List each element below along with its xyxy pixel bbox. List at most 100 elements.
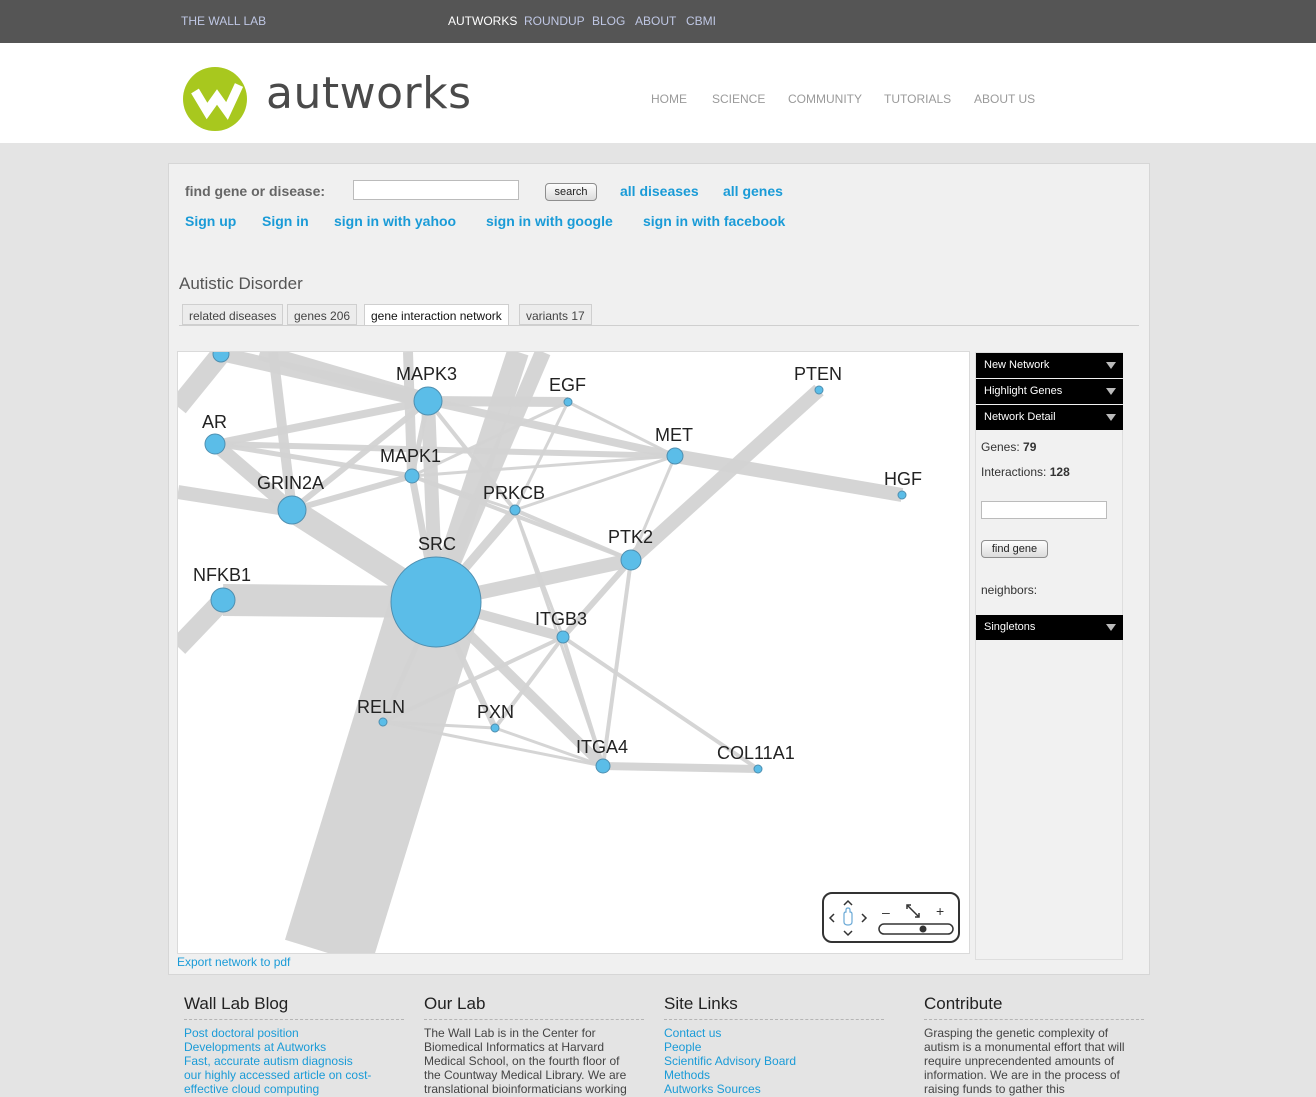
gene-label-pxn: PXN <box>477 702 514 722</box>
gene-label-nfkb1: NFKB1 <box>193 565 251 585</box>
find-gene-button[interactable]: find gene <box>981 540 1048 558</box>
all-genes-link[interactable]: all genes <box>723 183 783 199</box>
topnav-cbmi[interactable]: CBMI <box>686 14 716 28</box>
gene-node-hgf[interactable] <box>897 490 907 500</box>
tab-gene-interaction-network[interactable]: gene interaction network <box>364 304 509 326</box>
gene-node-mapk3[interactable] <box>413 386 443 416</box>
network-detail-label: Network Detail <box>984 411 1056 423</box>
gene-node-mapk1[interactable] <box>404 468 420 484</box>
sign-in-facebook-link[interactable]: sign in with facebook <box>643 213 785 229</box>
tab-genes[interactable]: genes 206 <box>287 304 358 325</box>
zoom-in-icon[interactable]: + <box>936 903 944 919</box>
footer-lab-text: The Wall Lab is in the Center for Biomed… <box>424 1026 627 1096</box>
blog-link[interactable]: Developments at Autworks <box>184 1040 404 1054</box>
find-gene-input[interactable] <box>981 501 1107 519</box>
zoom-slider-track[interactable] <box>878 923 954 935</box>
footer-blog: Wall Lab Blog Post doctoral position Dev… <box>184 994 404 1096</box>
gene-label-itga4: ITGA4 <box>576 737 628 757</box>
blog-link[interactable]: Post doctoral position <box>184 1026 404 1040</box>
zoom-out-icon[interactable]: – <box>882 904 890 920</box>
gene-label-ptk2: PTK2 <box>608 527 653 547</box>
gene-node-ptk2[interactable] <box>620 549 642 571</box>
chevron-down-icon <box>1106 362 1116 369</box>
network-canvas[interactable]: MAPK3 EGF PTEN AR MET MAPK1 HGF GRIN2A PRKCB SRC P… <box>177 351 970 954</box>
footer-contribute: Contribute Grasping the genetic complexi… <box>924 994 1144 1096</box>
gene-node-pten[interactable] <box>814 385 824 395</box>
autworks-logo-icon[interactable] <box>181 65 249 138</box>
footer-site-links: Site Links Contact us People Scientific … <box>664 994 884 1096</box>
export-pdf-link[interactable]: Export network to pdf <box>177 955 290 969</box>
sign-up-link[interactable]: Sign up <box>185 213 236 229</box>
gene-node-src[interactable] <box>390 556 482 648</box>
nav-about-us[interactable]: ABOUT US <box>974 92 1035 106</box>
topnav-about[interactable]: ABOUT <box>635 14 676 28</box>
gene-node-ar[interactable] <box>204 433 226 455</box>
gene-node-itgb3[interactable] <box>556 630 570 644</box>
gene-node-met[interactable] <box>666 447 684 465</box>
network-edge <box>284 588 480 953</box>
gene-label-egf: EGF <box>549 375 586 395</box>
tab-variants[interactable]: variants 17 <box>519 304 592 325</box>
sign-in-yahoo-link[interactable]: sign in with yahoo <box>334 213 456 229</box>
fit-screen-icon[interactable] <box>906 904 920 918</box>
site-link[interactable]: People <box>664 1040 884 1054</box>
graph-navigation-control[interactable]: – + <box>822 892 960 943</box>
interactions-label: Interactions: <box>981 465 1047 479</box>
highlight-genes-label: Highlight Genes <box>984 385 1063 397</box>
footer-blog-title: Wall Lab Blog <box>184 994 404 1020</box>
genes-label: Genes: <box>981 440 1020 454</box>
footer-contribute-text: Grasping the genetic complexity of autis… <box>924 1026 1125 1096</box>
topnav-roundup[interactable]: ROUNDUP <box>524 14 585 28</box>
network-detail-menu[interactable]: Network Detail <box>976 405 1123 430</box>
gene-node-pxn[interactable] <box>490 723 500 733</box>
site-link[interactable]: Autworks Sources <box>664 1082 884 1096</box>
nav-science[interactable]: SCIENCE <box>712 92 765 106</box>
chevron-down-icon <box>1106 414 1116 421</box>
top-bar: THE WALL LAB AUTWORKS ROUNDUP BLOG ABOUT… <box>0 0 1316 44</box>
wall-lab-link[interactable]: THE WALL LAB <box>181 14 266 28</box>
all-diseases-link[interactable]: all diseases <box>620 183 699 199</box>
nav-home[interactable]: HOME <box>651 92 687 106</box>
gene-node-nfkb1[interactable] <box>210 587 236 613</box>
topnav-autworks[interactable]: AUTWORKS <box>448 14 517 28</box>
nav-tutorials[interactable]: TUTORIALS <box>884 92 951 106</box>
new-network-menu[interactable]: New Network <box>976 353 1123 378</box>
search-input[interactable] <box>353 180 519 200</box>
network-edges <box>178 352 904 953</box>
gene-node-egf[interactable] <box>563 397 573 407</box>
disease-title: Autistic Disorder <box>179 274 303 293</box>
search-button[interactable]: search <box>545 183 597 201</box>
gene-node-reln[interactable] <box>378 717 388 727</box>
site-link[interactable]: Contact us <box>664 1026 884 1040</box>
new-network-label: New Network <box>984 359 1050 371</box>
gene-node-itga4[interactable] <box>595 758 611 774</box>
network-edge <box>214 397 429 448</box>
network-edge <box>602 762 759 773</box>
hand-icon[interactable] <box>843 907 853 926</box>
gene-label-prkcb: PRKCB <box>483 483 545 503</box>
interactions-count: 128 <box>1049 465 1070 479</box>
singletons-menu[interactable]: Singletons <box>976 615 1123 640</box>
network-edge <box>411 454 676 478</box>
chevron-down-icon <box>1106 388 1116 395</box>
sign-in-google-link[interactable]: sign in with google <box>486 213 613 229</box>
tab-related-diseases[interactable]: related diseases <box>182 304 284 325</box>
autworks-logo-text[interactable]: autworks <box>266 68 472 119</box>
chevron-down-icon <box>1106 624 1116 631</box>
gene-node-col11a1[interactable] <box>753 764 763 774</box>
network-graph[interactable]: MAPK3 EGF PTEN AR MET MAPK1 HGF GRIN2A PRKCB SRC P… <box>178 352 969 953</box>
site-link[interactable]: Methods <box>664 1068 884 1082</box>
singletons-label: Singletons <box>984 621 1036 633</box>
gene-node-grin2a[interactable] <box>277 495 307 525</box>
site-link[interactable]: Scientific Advisory Board <box>664 1054 884 1068</box>
gene-node-prkcb[interactable] <box>509 504 521 516</box>
topnav-blog[interactable]: BLOG <box>592 14 625 28</box>
highlight-genes-menu[interactable]: Highlight Genes <box>976 379 1123 404</box>
blog-link[interactable]: our highly accessed article on cost-effe… <box>184 1068 384 1096</box>
network-side-panel: New Network Highlight Genes Network Deta… <box>975 352 1123 960</box>
sign-in-link[interactable]: Sign in <box>262 213 309 229</box>
zoom-slider-thumb[interactable] <box>919 925 927 933</box>
nav-community[interactable]: COMMUNITY <box>788 92 862 106</box>
gene-label-mapk3: MAPK3 <box>396 364 457 384</box>
blog-link[interactable]: Fast, accurate autism diagnosis <box>184 1054 404 1068</box>
